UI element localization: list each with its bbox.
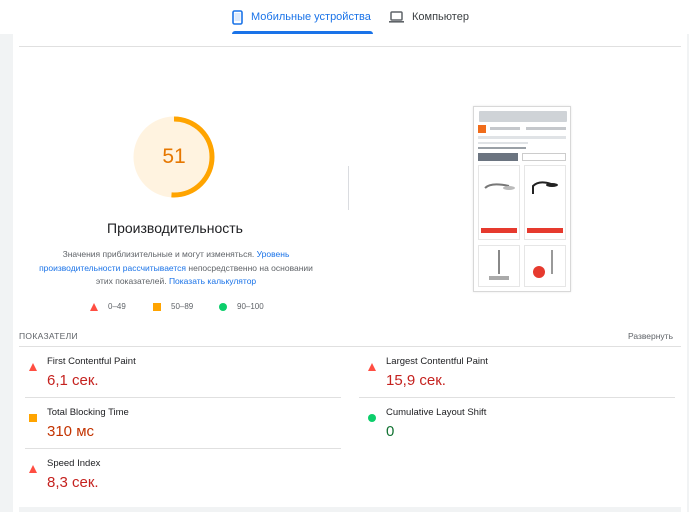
square-icon xyxy=(153,302,161,311)
expand-button[interactable]: Развернуть xyxy=(628,331,673,341)
divider xyxy=(25,448,341,449)
legend-average: 50–89 xyxy=(153,302,193,311)
metric-value: 15,9 сек. xyxy=(386,372,446,389)
tab-mobile[interactable]: Мобильные устройства xyxy=(232,0,373,34)
divider xyxy=(19,346,681,347)
divider xyxy=(19,46,681,47)
triangle-icon xyxy=(368,358,376,376)
circle-icon xyxy=(368,409,376,427)
metric-name: Speed Index xyxy=(47,458,101,469)
footer-bar xyxy=(19,507,681,512)
device-tabs: Мобильные устройства Компьютер xyxy=(0,0,689,34)
divider xyxy=(25,397,341,398)
legend-good: 90–100 xyxy=(219,302,264,311)
show-calculator-link[interactable]: Показать калькулятор xyxy=(169,276,256,286)
metric-name: Cumulative Layout Shift xyxy=(386,407,487,418)
laptop-icon xyxy=(389,11,404,23)
metrics-header: ПОКАЗАТЕЛИ xyxy=(19,331,78,341)
report-card: 51 Производительность Значения приблизит… xyxy=(13,34,687,512)
triangle-icon xyxy=(29,460,37,478)
tab-desktop-label: Компьютер xyxy=(412,11,469,23)
divider xyxy=(359,397,675,398)
metric-name: Total Blocking Time xyxy=(47,407,129,418)
performance-description: Значения приблизительные и могут изменят… xyxy=(39,249,313,286)
metric-name: First Contentful Paint xyxy=(47,356,136,367)
performance-title: Производительность xyxy=(107,220,243,236)
page-screenshot-thumbnail[interactable] xyxy=(473,106,571,292)
tab-desktop[interactable]: Компьютер xyxy=(389,0,469,34)
metric-value: 8,3 сек. xyxy=(47,474,99,491)
metric-value: 310 мс xyxy=(47,423,95,440)
tab-mobile-label: Мобильные устройства xyxy=(251,11,371,23)
vertical-divider xyxy=(348,166,349,210)
circle-icon xyxy=(219,302,227,311)
metric-value: 6,1 сек. xyxy=(47,372,99,389)
legend-poor: 0–49 xyxy=(90,302,126,311)
triangle-icon xyxy=(90,302,98,311)
performance-score: 51 xyxy=(162,145,186,168)
smartphone-icon xyxy=(232,9,243,25)
metric-value: 0 xyxy=(386,423,395,440)
square-icon xyxy=(29,409,37,427)
metric-name: Largest Contentful Paint xyxy=(386,356,488,367)
triangle-icon xyxy=(29,358,37,376)
